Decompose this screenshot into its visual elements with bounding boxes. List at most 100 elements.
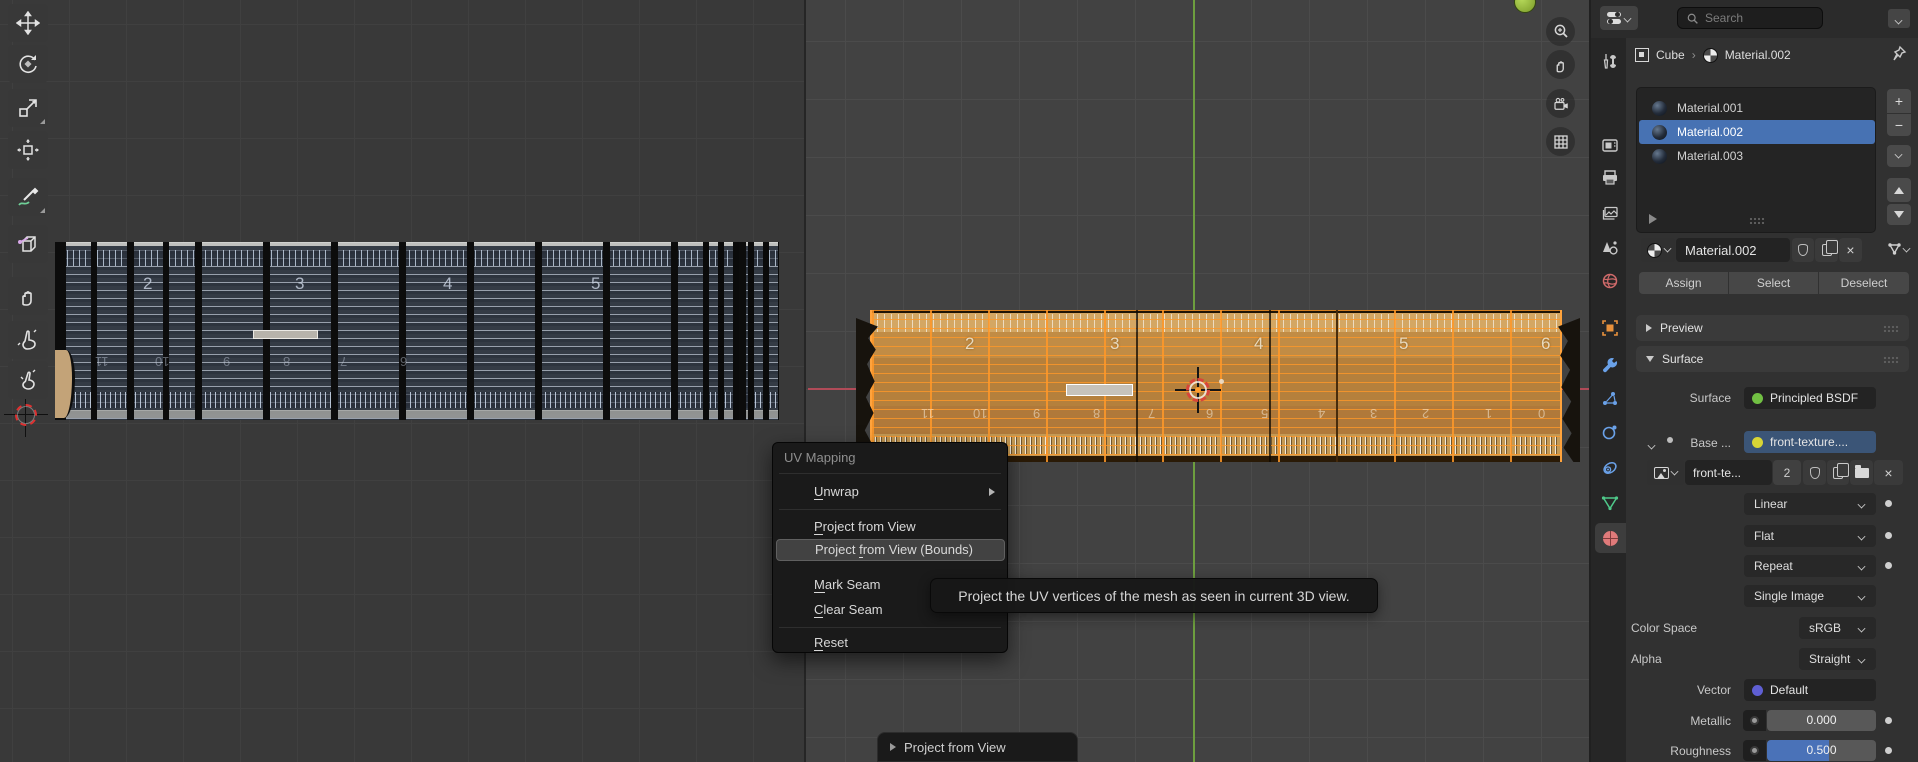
pin-icon[interactable] — [1891, 45, 1907, 63]
list-expander-icon[interactable] — [1649, 214, 1657, 224]
color-space-dropdown[interactable]: sRGB — [1799, 617, 1876, 639]
uv-tool-rotate[interactable] — [8, 45, 48, 83]
preview-panel-header[interactable]: Preview — [1636, 315, 1909, 341]
search-box[interactable] — [1677, 7, 1823, 29]
uv-editor[interactable]: 2 3 4 5 11 10 9 8 7 6 — [0, 0, 804, 762]
ruler-number: 2 — [965, 334, 974, 354]
animate-dot[interactable] — [1885, 747, 1892, 754]
fake-user-button[interactable] — [1792, 238, 1814, 262]
unlink-material-button[interactable]: × — [1839, 238, 1862, 262]
extension-dropdown[interactable]: Repeat — [1744, 555, 1876, 577]
material-slot-3[interactable]: Material.003 — [1639, 144, 1875, 168]
material-ball-icon — [1652, 125, 1667, 140]
ruler-number-rotated: 4 — [1318, 406, 1325, 421]
image-fake-user-button[interactable] — [1803, 460, 1826, 485]
uv-tool-relax[interactable] — [8, 321, 48, 359]
image-name-field[interactable]: front-te... — [1685, 460, 1772, 485]
surface-shader-button[interactable]: Principled BSDF — [1744, 387, 1876, 409]
operator-redo-panel[interactable]: Project from View — [877, 732, 1078, 762]
remove-material-slot-button[interactable]: − — [1887, 114, 1911, 136]
breadcrumb-material[interactable]: Material.002 — [1725, 48, 1791, 62]
material-name-field[interactable]: Material.002 — [1676, 238, 1790, 262]
breadcrumb-object[interactable]: Cube — [1656, 48, 1685, 62]
uv-tool-transform[interactable] — [8, 131, 48, 169]
add-material-slot-button[interactable]: + — [1887, 89, 1911, 113]
tab-render[interactable] — [1593, 130, 1626, 160]
roughness-slider[interactable]: 0.500 — [1767, 740, 1876, 761]
perspective-toggle-button[interactable] — [1546, 127, 1575, 156]
copy-image-button[interactable] — [1827, 460, 1849, 485]
ruler-number: 3 — [1110, 334, 1119, 354]
search-input[interactable] — [1705, 11, 1805, 25]
list-resize-grip[interactable] — [1749, 217, 1765, 224]
uv-tool-annotate[interactable] — [8, 178, 48, 216]
animate-dot[interactable] — [1885, 532, 1892, 539]
menu-item-reset[interactable]: Reset — [776, 632, 1005, 654]
uv-tool-rip-region[interactable] — [8, 225, 48, 263]
assign-button[interactable]: Assign — [1639, 272, 1728, 294]
selected-face[interactable] — [1066, 384, 1133, 396]
editor-type-button[interactable] — [1600, 6, 1638, 30]
animate-dot[interactable] — [1885, 717, 1892, 724]
surface-panel-header[interactable]: Surface — [1636, 346, 1909, 372]
metallic-socket-button[interactable] — [1743, 710, 1766, 731]
panel-drag-grip[interactable] — [1883, 356, 1899, 363]
tab-object-data[interactable] — [1593, 488, 1626, 518]
move-slot-down-button[interactable] — [1887, 204, 1911, 225]
panel-drag-grip[interactable] — [1883, 325, 1899, 332]
alpha-dropdown[interactable]: Straight — [1799, 648, 1876, 670]
menu-item-project-from-view-bounds[interactable]: Project from View (Bounds) — [776, 539, 1005, 561]
tab-output[interactable] — [1593, 162, 1626, 192]
pan-gizmo-button[interactable] — [1546, 50, 1575, 79]
metallic-slider[interactable]: 0.000 — [1767, 710, 1876, 731]
uv-ruler-number-rotated: 11 — [95, 354, 109, 369]
tab-object[interactable] — [1593, 313, 1626, 343]
material-ball-icon — [1652, 101, 1667, 116]
copy-material-button[interactable] — [1815, 238, 1838, 262]
uv-tool-pinch[interactable] — [8, 361, 48, 399]
interpolation-dropdown[interactable]: Linear — [1744, 493, 1876, 515]
camera-icon — [1552, 95, 1570, 113]
uv-selected-face[interactable] — [253, 330, 318, 339]
tab-scene[interactable] — [1593, 233, 1626, 263]
tab-view-layer[interactable] — [1593, 199, 1626, 229]
base-color-label: Base ... — [1641, 436, 1731, 450]
material-slot-2-selected[interactable]: Material.002 — [1639, 120, 1875, 144]
browse-image-button[interactable] — [1647, 460, 1684, 485]
animate-dot[interactable] — [1885, 562, 1892, 569]
roughness-socket-button[interactable] — [1743, 740, 1766, 761]
base-color-link-button[interactable]: front-texture.... — [1744, 431, 1876, 453]
open-image-button[interactable] — [1850, 460, 1873, 485]
tab-modifiers[interactable] — [1593, 350, 1626, 380]
node-editor-toggle-button[interactable] — [1881, 238, 1915, 262]
tab-physics[interactable] — [1593, 417, 1626, 447]
uv-tool-move[interactable] — [8, 4, 48, 42]
uv-2d-cursor[interactable] — [4, 393, 48, 437]
light-object[interactable] — [1514, 0, 1536, 13]
zoom-gizmo-button[interactable] — [1546, 17, 1575, 46]
camera-view-button[interactable] — [1546, 89, 1575, 118]
material-specials-button[interactable] — [1887, 145, 1911, 167]
menu-item-project-from-view[interactable]: Project from View — [776, 516, 1005, 538]
tab-world[interactable] — [1593, 266, 1626, 296]
source-dropdown[interactable]: Single Image — [1744, 585, 1876, 607]
tab-constraints[interactable] — [1593, 453, 1626, 483]
tab-tool[interactable] — [1593, 46, 1626, 76]
animate-dot[interactable] — [1885, 500, 1892, 507]
uv-tool-scale[interactable] — [8, 89, 48, 127]
select-button[interactable]: Select — [1729, 272, 1818, 294]
move-slot-up-button[interactable] — [1887, 178, 1911, 202]
browse-material-button[interactable] — [1641, 238, 1675, 262]
material-slot-1[interactable]: Material.001 — [1639, 96, 1875, 120]
3d-cursor[interactable] — [1175, 367, 1221, 413]
vector-button[interactable]: Default — [1744, 679, 1876, 701]
uv-tool-grab[interactable] — [8, 277, 48, 315]
menu-item-unwrap[interactable]: Unwrap — [776, 481, 1005, 503]
projection-dropdown[interactable]: Flat — [1744, 525, 1876, 547]
deselect-button[interactable]: Deselect — [1819, 272, 1909, 294]
ruler-number-rotated: 11 — [921, 406, 935, 421]
image-users-count-button[interactable]: 2 — [1773, 460, 1801, 485]
tab-material[interactable] — [1595, 523, 1626, 553]
header-collapse-button[interactable] — [1888, 9, 1910, 28]
unlink-image-button[interactable]: × — [1874, 460, 1903, 485]
